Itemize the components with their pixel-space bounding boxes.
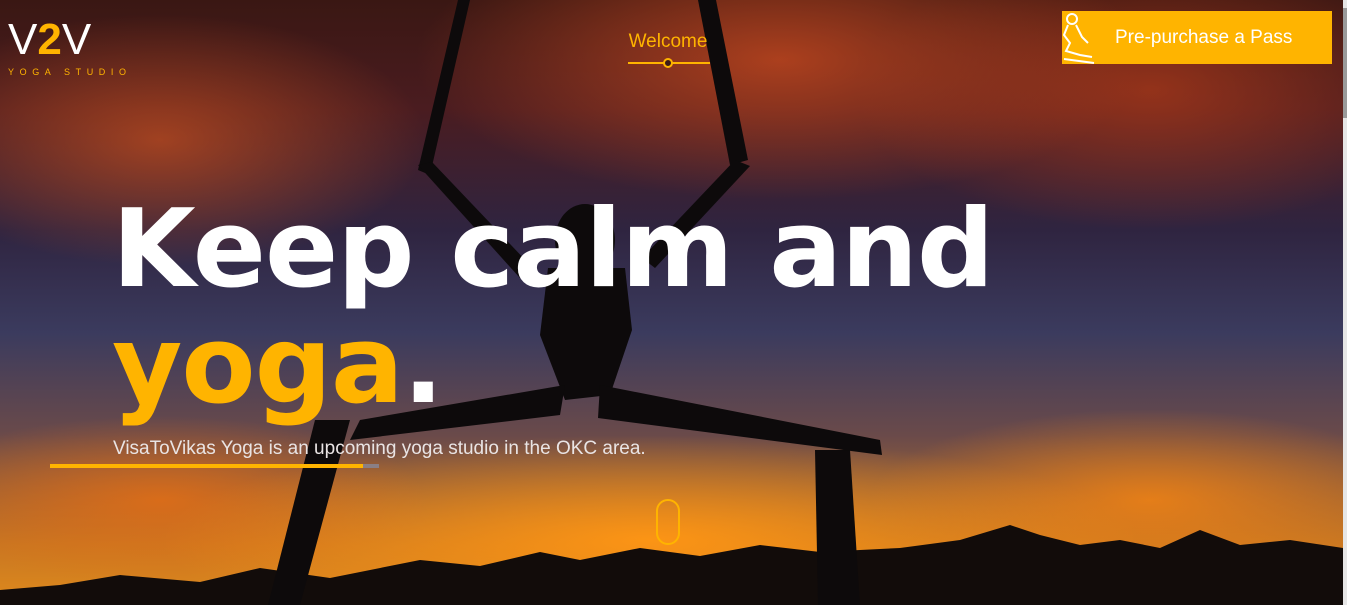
headline-line-1: Keep calm and: [112, 187, 994, 312]
studio-logo[interactable]: V2V YOGA STUDIO: [8, 18, 132, 78]
scrollbar-thumb[interactable]: [1343, 8, 1347, 118]
mouse-scroll-icon[interactable]: [656, 499, 680, 545]
slide-progress-track: [50, 464, 379, 468]
logo-mark: V2V: [8, 18, 132, 62]
pre-purchase-pass-label: Pre-purchase a Pass: [1115, 26, 1293, 48]
logo-letter: V: [61, 15, 92, 64]
headline-accent-word: yoga: [112, 303, 404, 428]
hero-tagline: VisaToVikas Yoga is an upcoming yoga stu…: [113, 438, 646, 459]
hero-background: V2V YOGA STUDIO Welcome Pre-purchase a P…: [0, 0, 1343, 605]
logo-subtitle: YOGA STUDIO: [8, 67, 132, 77]
meditation-figure-icon: [1062, 13, 1095, 64]
logo-accent-digit: 2: [37, 15, 62, 64]
nav-active-dot: [663, 58, 673, 68]
hero-headline: Keep calm and yoga.: [112, 192, 994, 424]
pre-purchase-pass-button[interactable]: Pre-purchase a Pass: [1062, 11, 1332, 64]
page-scrollbar[interactable]: [1343, 0, 1347, 605]
nav-link-welcome[interactable]: Welcome: [622, 31, 714, 53]
logo-letter: V: [8, 15, 38, 64]
headline-period: .: [402, 303, 444, 428]
slide-progress-fill: [50, 464, 363, 468]
